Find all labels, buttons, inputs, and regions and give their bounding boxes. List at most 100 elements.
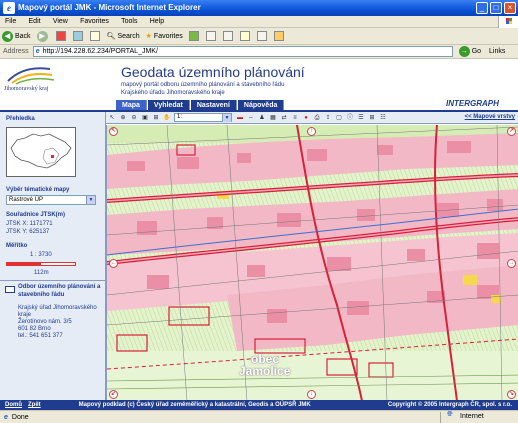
pan-icon[interactable]: ✋: [163, 114, 171, 122]
print-map-icon[interactable]: ⎙: [313, 114, 321, 122]
print-button[interactable]: [222, 29, 234, 43]
search-button[interactable]: 🔍︎ Search: [107, 29, 140, 43]
pointer-icon[interactable]: ↖: [108, 114, 116, 122]
back-link[interactable]: Zpět: [28, 402, 41, 408]
star-icon: ★: [145, 33, 152, 40]
stop-button[interactable]: [55, 29, 67, 43]
scale-select-value: 1:: [177, 114, 183, 120]
distance-icon[interactable]: ⇄: [280, 114, 288, 122]
overview-map[interactable]: [6, 127, 76, 177]
layers-icon[interactable]: ≡: [291, 114, 299, 122]
status-text: Done: [11, 413, 29, 421]
close-button[interactable]: ×: [504, 2, 516, 14]
menu-favorites[interactable]: Favorites: [75, 17, 114, 25]
map-raster: [107, 125, 518, 401]
links-button[interactable]: Links: [489, 48, 505, 55]
page-done-icon: e: [4, 413, 8, 421]
menu-view[interactable]: View: [48, 17, 73, 25]
refresh-button[interactable]: [72, 29, 84, 43]
home-link[interactable]: Domů: [5, 402, 22, 408]
zoom-box-icon[interactable]: ▣: [141, 114, 149, 122]
pan-ne-icon[interactable]: ↗: [507, 127, 516, 136]
go-button[interactable]: → Go: [458, 46, 481, 57]
coord-y: JTSK Y: 625137: [6, 229, 50, 235]
pan-s-icon[interactable]: ↓: [307, 390, 316, 399]
map-layers-link[interactable]: << Mapové vrstvy: [465, 114, 515, 120]
pan-se-icon[interactable]: ↘: [507, 390, 516, 399]
chevron-down-icon: ▼: [86, 196, 95, 204]
address-bar: Address e http://194.228.62.234/PORTAL_J…: [0, 45, 518, 59]
menu-help[interactable]: Help: [145, 17, 169, 25]
jmk-logo-icon: [7, 67, 55, 85]
area-icon[interactable]: ▦: [269, 114, 277, 122]
home-button[interactable]: [89, 29, 101, 43]
contact-line-2: kraje: [18, 312, 32, 318]
windows-logo-icon: [498, 16, 518, 28]
favorites-label: Favorites: [153, 32, 183, 40]
edit-button[interactable]: [239, 29, 251, 43]
zoom-full-icon[interactable]: ⊞: [152, 114, 160, 122]
menu-file[interactable]: File: [0, 17, 21, 25]
person-icon[interactable]: ♟: [258, 114, 266, 122]
select-icon[interactable]: ▢: [335, 114, 343, 122]
forward-button[interactable]: ▶: [36, 29, 50, 43]
contact-title-1: Odbor územního plánování a: [18, 284, 101, 290]
legend-icon[interactable]: ☰: [357, 114, 365, 122]
page-footer: Domů Zpět Mapový podklad (c) Český úřad …: [0, 400, 518, 410]
edit-icon: [239, 31, 250, 41]
scale-label: Měřítko: [6, 243, 28, 249]
mail-icon[interactable]: [5, 286, 15, 293]
window-titlebar[interactable]: Mapový portál JMK - Microsoft Internet E…: [0, 0, 518, 16]
contact-line-3: Žerotínovo nám. 3/5: [18, 319, 72, 325]
favorites-button[interactable]: ★ Favorites: [146, 29, 183, 43]
pan-e-icon[interactable]: →: [507, 259, 516, 268]
menu-tools[interactable]: Tools: [116, 17, 142, 25]
page-icon: e: [35, 48, 40, 55]
search-label: Search: [117, 32, 140, 40]
ie-icon: e: [3, 2, 15, 14]
marker-icon[interactable]: ●: [302, 114, 310, 122]
list-icon[interactable]: ☷: [379, 114, 387, 122]
pan-w-icon[interactable]: ←: [109, 259, 118, 268]
messenger-button[interactable]: [273, 29, 285, 43]
zoom-in-icon[interactable]: ⊕: [119, 114, 127, 122]
map-view[interactable]: obec Jamolice ↖ ↑ ↗ ← → ↙ ↓ ↘: [106, 125, 518, 401]
sidebar: Přehledka Výběr tématické mapy Rastrové …: [0, 112, 106, 400]
overview-label: Přehledka: [6, 116, 35, 122]
address-input[interactable]: e http://194.228.62.234/PORTAL_JMK/: [32, 46, 453, 57]
info-icon[interactable]: ⓘ: [346, 114, 354, 122]
pan-n-icon[interactable]: ↑: [307, 127, 316, 136]
measure-icon[interactable]: ⇔: [247, 114, 255, 122]
grid-icon[interactable]: ⊞: [368, 114, 376, 122]
zone-label: Internet: [460, 413, 484, 420]
zoom-out-icon[interactable]: ⊖: [130, 114, 138, 122]
discuss-button[interactable]: [256, 29, 268, 43]
pan-sw-icon[interactable]: ↙: [109, 390, 118, 399]
map-toolbar: ↖ ⊕ ⊖ ▣ ⊞ ✋ 1: ▼ ▬ ⇔ ♟ ▦ ⇄ ≡ ● ⎙ ⇪ ▢ ⓘ ☰…: [106, 112, 518, 124]
coord-x: JTSK X: 1171771: [6, 221, 53, 227]
intergraph-logo: INTERGRAPH: [446, 99, 499, 108]
coords-label: Souřadnice JTSK(m): [6, 212, 66, 218]
minimize-button[interactable]: _: [476, 2, 488, 14]
scale-length: 112m: [34, 270, 49, 276]
back-button[interactable]: ◀ Back: [2, 29, 31, 43]
map-place-label: obec Jamolice: [239, 353, 290, 377]
messenger-icon: [273, 31, 284, 41]
export-icon[interactable]: ⇪: [324, 114, 332, 122]
contact-title-2: stavebního řádu: [18, 292, 65, 298]
pan-nw-icon[interactable]: ↖: [109, 127, 118, 136]
theme-select[interactable]: Rastrové ÚP ▼: [6, 195, 96, 205]
sidebar-divider: [0, 280, 106, 281]
maximize-button[interactable]: □: [490, 2, 502, 14]
scale-select[interactable]: 1: ▼: [174, 113, 232, 122]
jmk-logo[interactable]: Jihomoravský kraj: [4, 63, 56, 97]
media-button[interactable]: [188, 29, 200, 43]
contact-line-5: tel.: 541 651 377: [18, 333, 63, 339]
car-icon[interactable]: ▬: [236, 114, 244, 122]
window-title: Mapový portál JMK - Microsoft Internet E…: [18, 3, 201, 12]
page-title: Geodata územního plánování: [121, 64, 305, 80]
theme-value: Rastrové ÚP: [9, 197, 44, 203]
discuss-icon: [256, 31, 267, 41]
mail-button[interactable]: [205, 29, 217, 43]
menu-edit[interactable]: Edit: [24, 17, 46, 25]
